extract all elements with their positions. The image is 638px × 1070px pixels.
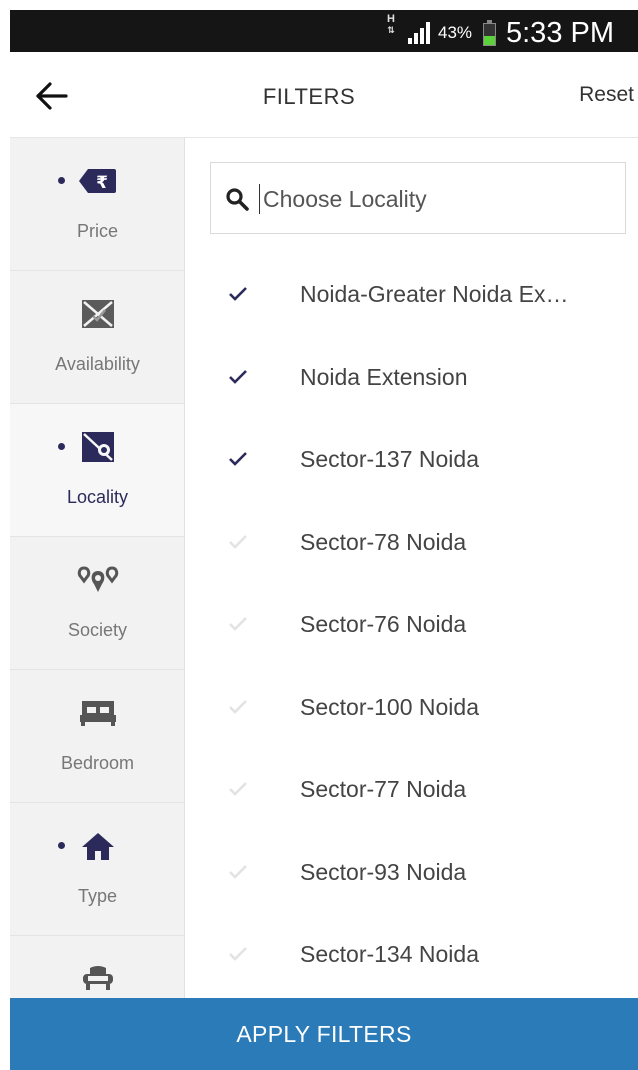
filters-screen: H ⇅ 43% 5:33 PM FILTERS Reset ₹ Price Av… (0, 0, 638, 1070)
society-pins-icon (77, 566, 118, 592)
svg-text:₹: ₹ (96, 173, 108, 193)
locality-label: Sector-137 Noida (300, 446, 479, 472)
locality-option[interactable]: Noida-Greater Noida Ex… (186, 261, 638, 344)
checkmark-icon (229, 452, 247, 466)
sidebar-item-bedroom[interactable]: Bedroom (10, 670, 184, 803)
checkmark-icon (229, 782, 247, 796)
checkmark-icon (229, 287, 247, 301)
data-arrows-icon: ⇅ (387, 25, 395, 35)
sidebar-item-label: Bedroom (60, 753, 135, 773)
checkmark-icon (229, 699, 247, 714)
locality-label: Sector-78 Noida (300, 528, 467, 555)
locality-label: Noida Extension (300, 363, 468, 390)
home-icon (81, 833, 114, 860)
filter-category-sidebar: ₹ Price Availability Locality Society Be… (10, 138, 185, 998)
apply-filters-button[interactable]: APPLY FILTERS (10, 998, 638, 1070)
signal-strength-icon (408, 22, 430, 44)
locality-label: Sector-93 Noida (300, 858, 467, 885)
locality-option[interactable]: Sector-78 Noida (186, 509, 638, 592)
locality-search-box[interactable] (210, 162, 626, 234)
locality-option[interactable]: Sector-100 Noida (186, 674, 638, 757)
rupee-tag-icon: ₹ (78, 169, 116, 193)
availability-icon (81, 300, 114, 328)
status-bar: H ⇅ 43% 5:33 PM (10, 10, 638, 52)
page-title-wrap: FILTERS (10, 84, 638, 110)
battery-percent: 43% (438, 23, 473, 42)
sidebar-item-label: Price (76, 221, 118, 241)
status-time: 5:33 PM (506, 17, 614, 49)
locality-option[interactable]: Sector-134 Noida (186, 921, 638, 998)
app-header: FILTERS Reset (10, 52, 638, 138)
checkmark-icon (229, 369, 247, 384)
reset-button[interactable]: Reset (579, 83, 634, 107)
locality-option[interactable]: Sector-77 Noida (186, 756, 638, 839)
sidebar-item-price[interactable]: ₹ Price (10, 138, 184, 271)
locality-label: Noida-Greater Noida Ex… (300, 281, 569, 307)
locality-label: Sector-134 Noida (300, 941, 479, 967)
locality-option[interactable]: Sector-76 Noida (186, 591, 638, 674)
sidebar-item-society[interactable]: Society (10, 537, 184, 670)
locality-option[interactable]: Noida Extension (186, 344, 638, 427)
sidebar-item-label: Locality (66, 487, 129, 507)
locality-label: Sector-76 Noida (300, 611, 467, 637)
checkmark-icon (229, 534, 247, 549)
checkmark-icon (229, 617, 247, 631)
search-input[interactable] (263, 179, 613, 219)
search-icon (226, 188, 249, 211)
checkmark-icon (229, 864, 247, 879)
locality-option[interactable]: Sector-137 Noida (186, 426, 638, 509)
locality-panel: Noida-Greater Noida Ex… Noida Extension Se… (186, 138, 638, 998)
sofa-icon (82, 966, 113, 990)
sidebar-item-type[interactable]: Type (10, 803, 184, 936)
locality-list: Noida-Greater Noida Ex… Noida Extension Se… (186, 261, 638, 998)
network-type-label: H (387, 13, 395, 25)
sidebar-item-label: Type (77, 886, 118, 906)
battery-icon (483, 20, 496, 46)
sidebar-item-locality[interactable]: Locality (10, 404, 184, 537)
sidebar-item-furnishing[interactable] (10, 936, 184, 998)
sidebar-item-availability[interactable]: Availability (10, 271, 184, 404)
bed-icon (79, 701, 116, 726)
locality-label: Sector-100 Noida (300, 693, 479, 720)
locality-option[interactable]: Sector-93 Noida (186, 839, 638, 922)
text-cursor (259, 184, 260, 214)
sidebar-item-label: Availability (55, 354, 140, 374)
locality-label: Sector-77 Noida (300, 776, 467, 802)
network-type-indicator: H ⇅ (384, 13, 398, 36)
sidebar-item-label: Society (67, 620, 128, 640)
checkmark-icon (229, 947, 247, 961)
locality-map-icon (81, 432, 114, 462)
page-title: FILTERS (262, 84, 356, 109)
